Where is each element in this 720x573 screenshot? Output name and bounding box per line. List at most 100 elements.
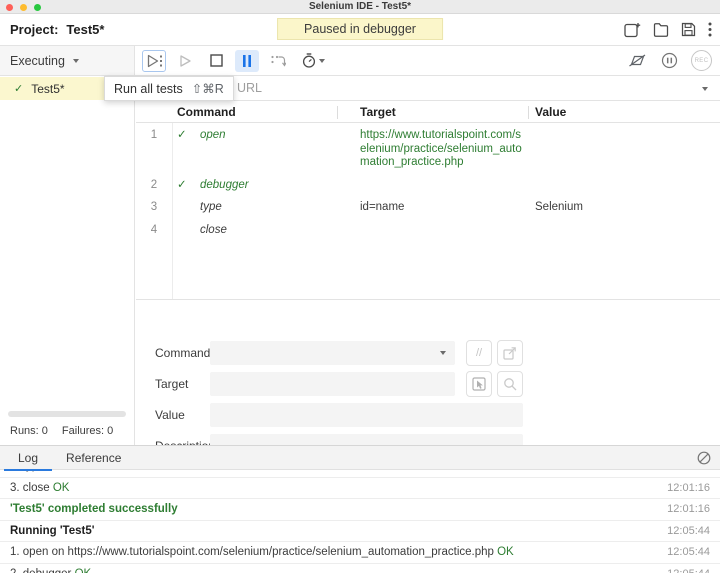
log-timestamp: 12:01:16 [667, 503, 710, 516]
log-tab-bar: Log Reference [0, 445, 720, 471]
window-titlebar: Selenium IDE - Test5* [0, 0, 720, 14]
log-row: 'Test5' completed successfully 12:01:16 [0, 499, 720, 521]
clear-log-icon[interactable] [697, 451, 711, 470]
target-field[interactable] [210, 372, 455, 396]
test-speed-button[interactable] [297, 50, 329, 72]
commands-table: Command Target Value 1 ✓ open https://www.t… [136, 102, 720, 458]
log-panel: Log Reference 2. type on id=name with va… [0, 445, 720, 573]
log-timestamp: 12:05:44 [667, 524, 710, 537]
table-row[interactable]: 1 ✓ open https://www.tutorialspoint.com/sel… [136, 123, 720, 173]
chevron-down-icon[interactable] [702, 87, 708, 91]
command-name: debugger [200, 178, 249, 191]
table-row[interactable]: 3 ✓typeid=name Selenium [136, 195, 720, 218]
log-ok-status: OK [52, 481, 70, 494]
open-in-new-window-icon[interactable] [497, 340, 523, 366]
record-button[interactable]: REC [691, 50, 712, 71]
row-number: 1 [150, 129, 158, 141]
value-field-label: Value [155, 408, 185, 422]
executed-check-icon: ✓ [177, 178, 187, 191]
new-project-icon[interactable] [624, 22, 641, 38]
column-divider [337, 106, 338, 119]
runs-count: Runs: 0 [10, 425, 48, 437]
command-name: open [200, 129, 226, 141]
zoom-window-button[interactable] [34, 4, 41, 11]
log-row: 1. open on https://www.tutorialspoint.co… [0, 542, 720, 564]
chevron-down-icon [318, 58, 325, 63]
minimize-window-button[interactable] [20, 4, 27, 11]
row-number: 3 [150, 201, 158, 213]
log-timestamp: 12:05:44 [667, 546, 710, 559]
log-row: 3. close OK 12:01:16 [0, 478, 720, 499]
project-bar: Project: Test5* Paused in debugger [0, 14, 720, 45]
table-row[interactable]: 4 ✓close [136, 218, 720, 241]
window-title: Selenium IDE - Test5* [308, 1, 412, 12]
value-cell: Selenium [535, 201, 583, 213]
run-all-tests-tooltip: Run all tests ⇧⌘R [104, 76, 234, 101]
log-timestamp: 12:01:16 [667, 481, 710, 494]
table-row[interactable]: 2 ✓ debugger [136, 173, 720, 196]
pause-on-exceptions-icon[interactable] [661, 52, 678, 69]
commands-table-header: Command Target Value [136, 102, 720, 123]
paused-in-debugger-badge: Paused in debugger [277, 18, 443, 40]
tests-sidebar: ✓ Test5* Runs: 0 Failures: 0 [0, 77, 135, 445]
run-all-tests-button[interactable] [142, 49, 166, 72]
log-message: Running 'Test5' [10, 524, 95, 537]
log-timestamp: 12:05:44 [657, 568, 710, 573]
table-editor-divider [136, 299, 720, 300]
target-field-label: Target [155, 377, 189, 391]
stop-button[interactable] [204, 50, 228, 72]
run-current-test-button[interactable] [173, 50, 197, 72]
log-message: 'Test5' completed successfully [10, 503, 178, 516]
target-cell: https://www.tutorialspoint.com/selenium/… [360, 129, 522, 168]
commands-table-body: 1 ✓ open https://www.tutorialspoint.com/sel… [136, 123, 720, 240]
log-row: 2. debugger OK 12:05:44 [0, 564, 720, 573]
select-target-icon[interactable] [466, 371, 492, 397]
project-name: Test5* [66, 22, 105, 37]
tooltip-shortcut: ⇧⌘R [191, 82, 224, 96]
main-panel: URL Command Target Value 1 ✓ open https://w… [136, 77, 720, 458]
target-cell: id=name [360, 201, 405, 213]
chevron-down-icon [72, 58, 79, 63]
column-divider [528, 106, 529, 119]
log-ok-status: OK [497, 546, 514, 559]
test-name: Test5* [31, 81, 65, 96]
column-header-value: Value [535, 105, 567, 119]
column-header-command: Command [177, 105, 236, 119]
open-project-icon[interactable] [653, 22, 669, 37]
toolbar: Executing REC [0, 45, 720, 76]
command-cell: ✓ open [172, 129, 360, 143]
command-cell: ✓ debugger [172, 179, 360, 193]
log-rows: 2. type on id=name with value Selenium O… [0, 470, 720, 573]
value-field[interactable] [210, 403, 523, 427]
command-name: close [200, 223, 227, 236]
command-field-label: Command [155, 346, 211, 360]
save-project-icon[interactable] [681, 22, 696, 37]
toggle-comment-button[interactable]: // [466, 340, 492, 366]
pause-button[interactable] [235, 49, 259, 72]
log-message: 1. open on https://www.tutorialspoint.co… [10, 546, 514, 559]
kebab-menu-icon[interactable] [708, 22, 712, 37]
command-name: type [200, 201, 222, 213]
row-number: 4 [150, 223, 158, 236]
command-cell: ✓type [172, 201, 360, 215]
row-number-divider [172, 123, 173, 300]
log-message: 2. debugger OK [10, 568, 91, 573]
failures-count: Failures: 0 [61, 425, 114, 437]
log-ok-status: OK [75, 568, 92, 573]
command-cell: ✓close [172, 224, 360, 238]
tab-reference[interactable]: Reference [52, 446, 135, 471]
command-select[interactable] [210, 341, 455, 365]
row-number: 2 [150, 178, 158, 191]
column-header-target: Target [360, 105, 396, 119]
close-window-button[interactable] [6, 4, 13, 11]
tab-log[interactable]: Log [4, 446, 53, 471]
test-state-label: Executing [10, 53, 65, 68]
step-over-button[interactable] [266, 50, 290, 72]
run-progress-bar [8, 411, 126, 417]
test-state-dropdown[interactable]: Executing [0, 46, 135, 75]
tooltip-label: Run all tests [114, 81, 183, 96]
disable-breakpoints-icon[interactable] [627, 53, 648, 68]
find-target-icon[interactable] [497, 371, 523, 397]
log-ok-status: OK [217, 470, 234, 472]
executed-check-icon: ✓ [177, 129, 187, 141]
